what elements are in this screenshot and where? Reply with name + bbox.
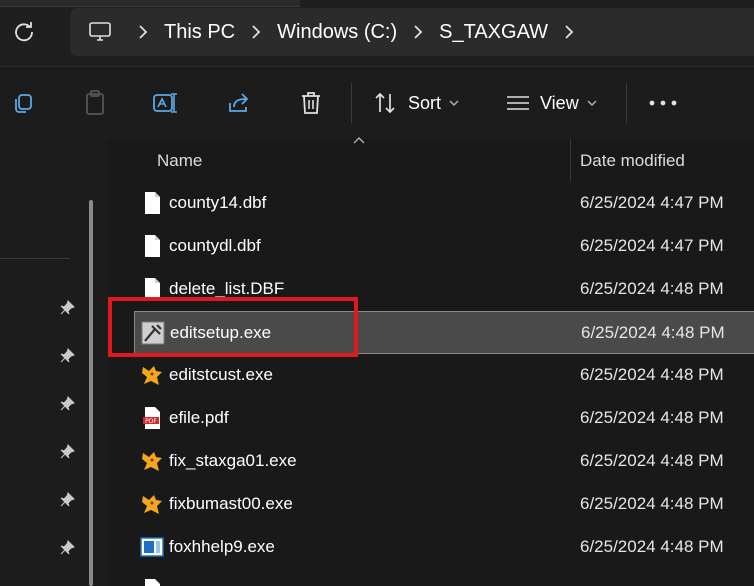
document-icon bbox=[145, 235, 160, 257]
share-button[interactable] bbox=[216, 81, 262, 125]
file-name: delete_list.DBF bbox=[169, 279, 285, 298]
this-pc-icon-wrap[interactable] bbox=[70, 8, 130, 56]
toolbar-divider bbox=[626, 83, 627, 123]
file-row-partial[interactable] bbox=[134, 569, 754, 586]
command-bar: Sort View bbox=[0, 66, 754, 140]
trash-icon bbox=[302, 92, 320, 114]
help-exe-icon bbox=[140, 537, 164, 557]
pdf-icon: PDF bbox=[143, 407, 160, 429]
copy-icon bbox=[15, 94, 32, 113]
view-label: View bbox=[540, 92, 579, 113]
pin-icon[interactable] bbox=[58, 539, 76, 557]
breadcrumb-windows-c[interactable]: Windows (C:) bbox=[269, 21, 405, 44]
file-row[interactable]: PDF efile.pdf 6/25/2024 4:48 PM bbox=[134, 397, 754, 440]
file-date: 6/25/2024 4:48 PM bbox=[580, 494, 724, 513]
file-date: 6/25/2024 4:48 PM bbox=[580, 408, 724, 427]
breadcrumb-chevron[interactable] bbox=[556, 8, 582, 56]
file-row[interactable]: fix_staxga01.exe 6/25/2024 4:48 PM bbox=[134, 440, 754, 483]
pin-icon[interactable] bbox=[58, 347, 76, 365]
chevron-right-icon bbox=[565, 25, 574, 39]
pin-icon[interactable] bbox=[58, 443, 76, 461]
file-name: editstcust.exe bbox=[169, 365, 273, 384]
breadcrumb-chevron[interactable] bbox=[243, 8, 269, 56]
chevron-down-icon bbox=[449, 100, 459, 107]
nav-scrollbar[interactable] bbox=[89, 200, 93, 586]
sort-button[interactable]: Sort bbox=[364, 81, 484, 125]
sort-arrows-icon bbox=[375, 92, 395, 114]
selection-annotation-box bbox=[108, 297, 358, 357]
refresh-button[interactable] bbox=[2, 8, 46, 56]
file-name: efile.pdf bbox=[169, 408, 229, 427]
file-date: 6/25/2024 4:48 PM bbox=[580, 365, 724, 384]
nav-divider bbox=[0, 258, 70, 259]
sort-label: Sort bbox=[408, 92, 442, 113]
view-button[interactable]: View bbox=[496, 81, 624, 125]
paste-button[interactable] bbox=[72, 81, 118, 125]
file-row[interactable]: editstcust.exe 6/25/2024 4:48 PM bbox=[134, 354, 754, 397]
breadcrumb-chevron[interactable] bbox=[130, 8, 156, 56]
document-icon bbox=[145, 192, 160, 214]
sort-ascending-icon bbox=[353, 137, 365, 144]
file-name: county14.dbf bbox=[169, 193, 267, 212]
column-name[interactable]: Name bbox=[157, 151, 202, 171]
file-row[interactable]: foxhhelp9.exe 6/25/2024 4:48 PM bbox=[134, 526, 754, 569]
pin-icon[interactable] bbox=[58, 491, 76, 509]
file-name: fixbumast00.exe bbox=[169, 494, 293, 513]
column-date-modified[interactable]: Date modified bbox=[580, 151, 685, 171]
file-date: 6/25/2024 4:47 PM bbox=[580, 193, 724, 212]
copy-button[interactable] bbox=[0, 81, 46, 125]
file-name: fix_staxga01.exe bbox=[169, 451, 297, 470]
toolbar-divider bbox=[351, 83, 352, 123]
chevron-right-icon bbox=[414, 25, 423, 39]
share-icon bbox=[229, 93, 249, 112]
breadcrumb-s-taxgaw[interactable]: S_TAXGAW bbox=[431, 21, 556, 44]
file-date: 6/25/2024 4:48 PM bbox=[580, 537, 724, 556]
chevron-right-icon bbox=[139, 25, 148, 39]
foxpro-app-icon bbox=[142, 495, 162, 514]
rename-icon bbox=[153, 93, 177, 113]
file-row[interactable]: county14.dbf 6/25/2024 4:47 PM bbox=[134, 182, 754, 225]
breadcrumb-chevron[interactable] bbox=[405, 8, 431, 56]
column-header: Name Date modified bbox=[108, 137, 754, 183]
file-date: 6/25/2024 4:48 PM bbox=[580, 451, 724, 470]
column-divider[interactable] bbox=[570, 139, 571, 181]
foxpro-app-icon bbox=[142, 452, 162, 471]
delete-button[interactable] bbox=[288, 81, 334, 125]
file-name: countydl.dbf bbox=[169, 236, 261, 255]
computer-icon bbox=[89, 22, 111, 41]
file-date: 6/25/2024 4:48 PM bbox=[580, 279, 724, 298]
svg-text:PDF: PDF bbox=[145, 418, 157, 425]
file-row[interactable]: countydl.dbf 6/25/2024 4:47 PM bbox=[134, 225, 754, 268]
chevron-right-icon bbox=[252, 25, 261, 39]
pin-icon[interactable] bbox=[58, 299, 76, 317]
window-tab-edge bbox=[0, 0, 300, 7]
pin-icon[interactable] bbox=[58, 395, 76, 413]
file-list: Name Date modified county14.dbf 6/25/202… bbox=[108, 137, 754, 586]
more-dots-icon bbox=[649, 100, 677, 106]
view-list-icon bbox=[507, 96, 529, 110]
chevron-down-icon bbox=[587, 100, 597, 107]
rename-button[interactable] bbox=[143, 81, 189, 125]
address-bar[interactable]: This PC Windows (C:) S_TAXGAW bbox=[70, 8, 754, 56]
file-date: 6/25/2024 4:48 PM bbox=[581, 323, 725, 342]
document-icon bbox=[145, 579, 160, 586]
breadcrumb-this-pc[interactable]: This PC bbox=[156, 21, 243, 44]
clipboard-icon bbox=[86, 90, 104, 115]
file-name: foxhhelp9.exe bbox=[169, 537, 275, 556]
more-options-button[interactable] bbox=[640, 81, 686, 125]
file-row[interactable]: fixbumast00.exe 6/25/2024 4:48 PM bbox=[134, 483, 754, 526]
refresh-icon bbox=[15, 22, 33, 42]
foxpro-app-icon bbox=[142, 366, 162, 385]
file-date: 6/25/2024 4:47 PM bbox=[580, 236, 724, 255]
